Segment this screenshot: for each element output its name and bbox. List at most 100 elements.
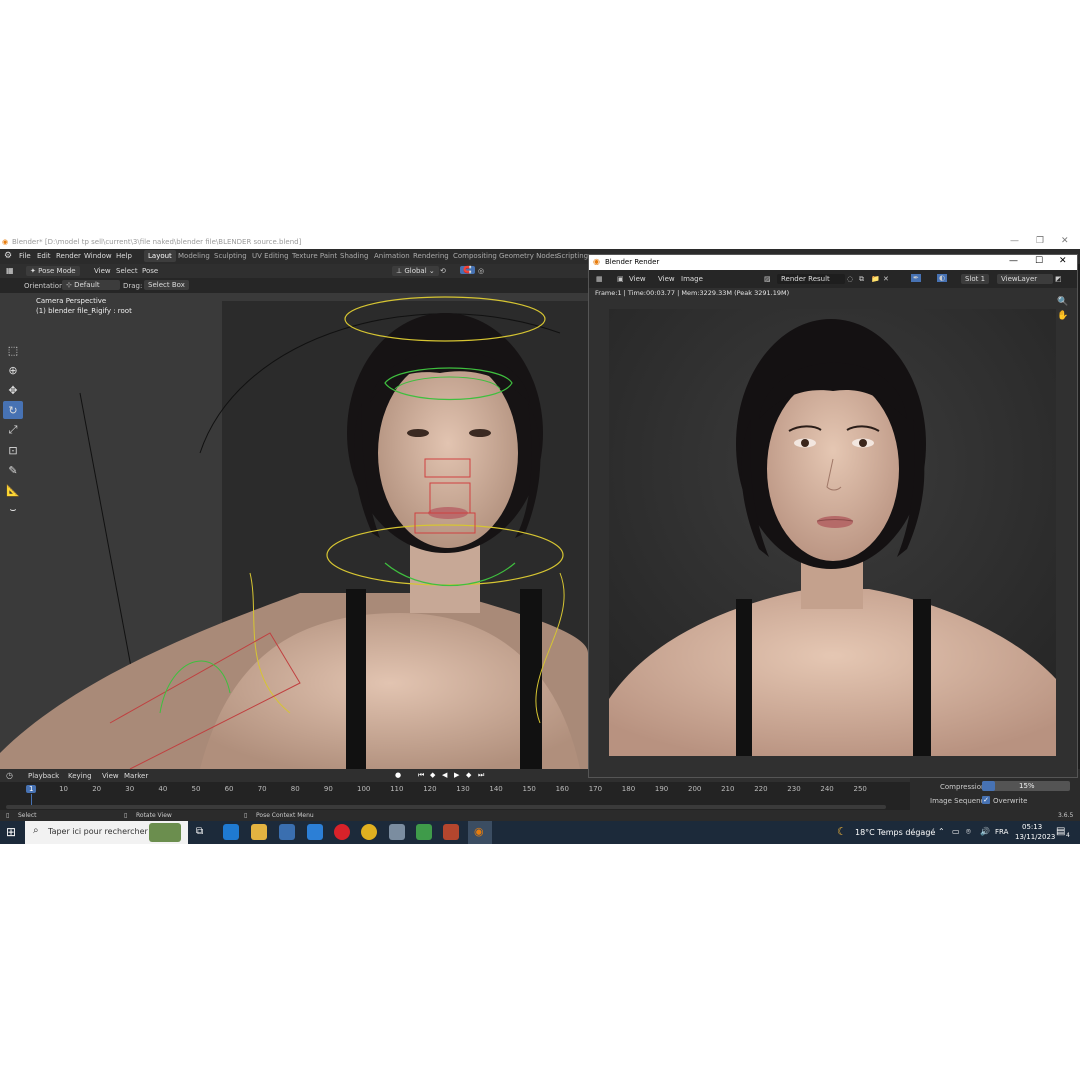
close-button[interactable]: ✕	[1061, 236, 1069, 246]
sidebar-toggle-icon[interactable]: ◩	[1055, 275, 1062, 283]
editor-type-icon[interactable]: ▦	[6, 266, 14, 275]
relax-pose-icon[interactable]: ⌣	[3, 501, 23, 519]
opera-icon[interactable]	[334, 824, 350, 840]
app-icon[interactable]	[389, 824, 405, 840]
render-menu-view-mode[interactable]: View	[629, 275, 646, 283]
menu-select[interactable]: Select	[116, 267, 138, 275]
language-indicator[interactable]: FRA	[995, 828, 1008, 836]
unlink-image-icon[interactable]: ✕	[883, 275, 889, 283]
clock-icon[interactable]: ◷	[6, 771, 13, 780]
network-icon[interactable]: ⌾	[966, 827, 971, 837]
weather-icon[interactable]: ☾	[837, 825, 847, 838]
move-icon[interactable]: ✥	[3, 381, 23, 399]
rotate-icon[interactable]: ↻	[3, 401, 23, 419]
menu-render[interactable]: Render	[56, 252, 81, 260]
tab-shading[interactable]: Shading	[340, 252, 368, 260]
menu-file[interactable]: File	[19, 252, 31, 260]
tab-sculpting[interactable]: Sculpting	[214, 252, 247, 260]
play-reverse-icon[interactable]: ◀	[442, 771, 447, 779]
menu-view[interactable]: View	[94, 267, 111, 275]
taskbar-search[interactable]: ⌕ Taper ici pour rechercher	[25, 821, 188, 844]
cursor-icon[interactable]: ⊕	[3, 361, 23, 379]
render-close-button[interactable]: ✕	[1059, 256, 1067, 266]
render-menu-image[interactable]: Image	[681, 275, 703, 283]
menu-playback[interactable]: Playback	[28, 772, 59, 780]
image-name-field[interactable]: Render Result	[777, 274, 845, 284]
store-icon[interactable]	[279, 824, 295, 840]
clock-time[interactable]: 05:13	[1022, 823, 1042, 831]
task-view-icon[interactable]: ⧉	[196, 826, 203, 837]
display-channels-icon[interactable]: ◐	[937, 274, 948, 282]
menu-window[interactable]: Window	[84, 252, 112, 260]
3d-viewport[interactable]: Camera Perspective (1) blender file_Rigi…	[0, 293, 588, 769]
snap-icon[interactable]: 🧲	[460, 266, 475, 274]
orientation-dropdown[interactable]: ⊹ Default	[62, 280, 120, 290]
image-browse-icon[interactable]: ▨	[764, 275, 771, 283]
sample-tool-icon[interactable]: ✒	[911, 274, 921, 282]
tab-compositing[interactable]: Compositing	[453, 252, 497, 260]
windows-start-icon[interactable]: ⊞	[6, 825, 16, 839]
maximize-button[interactable]: ❐	[1036, 236, 1044, 246]
current-frame-indicator[interactable]: 1	[26, 785, 37, 793]
timeline[interactable]: 1 10 20 30 40 50 60 70 80 90 100 110 120 130 140 150 16…	[0, 782, 910, 810]
battery-icon[interactable]: ▭	[952, 827, 960, 836]
mode-selector[interactable]: ✦ Pose Mode	[26, 266, 80, 276]
volume-icon[interactable]: 🔊	[980, 827, 990, 836]
menu-marker[interactable]: Marker	[124, 772, 148, 780]
zoom-icon[interactable]: 🔍	[1057, 297, 1068, 307]
scale-icon[interactable]: ⤢	[3, 421, 23, 439]
menu-help[interactable]: Help	[116, 252, 132, 260]
render-minimize-button[interactable]: —	[1009, 256, 1018, 266]
clock-date[interactable]: 13/11/2023	[1015, 833, 1055, 841]
render-maximize-button[interactable]: ☐	[1035, 256, 1043, 266]
play-icon[interactable]: ▶	[454, 771, 459, 779]
proportional-edit-icon[interactable]: ◎	[478, 267, 484, 275]
view-mode-icon[interactable]: ▣	[617, 275, 624, 283]
blender-taskbar-icon[interactable]: ◉	[468, 821, 492, 844]
transform-orientation-dropdown[interactable]: ⊥ Global ⌄	[392, 266, 439, 276]
app-icon-2[interactable]	[416, 824, 432, 840]
blender-menu-icon[interactable]: ⚙	[4, 251, 12, 261]
timeline-scrollbar[interactable]	[6, 805, 886, 809]
file-explorer-icon[interactable]	[251, 824, 267, 840]
hand-pan-icon[interactable]: ✋	[1057, 311, 1068, 321]
measure-icon[interactable]: 📐	[3, 481, 23, 499]
mail-icon[interactable]	[307, 824, 323, 840]
select-box-icon[interactable]: ⬚	[3, 341, 23, 359]
annotate-icon[interactable]: ✎	[3, 461, 23, 479]
minimize-button[interactable]: —	[1010, 236, 1019, 246]
menu-keying[interactable]: Keying	[68, 772, 92, 780]
jump-end-icon[interactable]: ⏭	[478, 771, 484, 780]
pivot-icon[interactable]: ⟲	[440, 267, 446, 275]
compression-slider[interactable]: 15%	[982, 781, 1070, 791]
tab-scripting[interactable]: Scripting	[557, 252, 588, 260]
jump-start-icon[interactable]: ⏮	[418, 771, 424, 780]
overwrite-checkbox[interactable]: ✓	[982, 796, 990, 804]
tab-texture-paint[interactable]: Texture Paint	[292, 252, 337, 260]
chrome-icon[interactable]	[361, 824, 377, 840]
tab-uv-editing[interactable]: UV Editing	[252, 252, 289, 260]
menu-timeline-view[interactable]: View	[102, 772, 119, 780]
new-image-icon[interactable]: ⧉	[859, 275, 864, 284]
next-keyframe-icon[interactable]: ◆	[466, 771, 471, 779]
slot-dropdown[interactable]: Slot 1	[961, 274, 990, 284]
notification-icon[interactable]: ▤	[1056, 826, 1065, 837]
record-icon[interactable]: ●	[395, 771, 401, 779]
tab-geometry-nodes[interactable]: Geometry Nodes	[499, 252, 558, 260]
tab-modeling[interactable]: Modeling	[178, 252, 210, 260]
render-menu-view[interactable]: View	[658, 275, 675, 283]
editor-type-icon[interactable]: ▦	[596, 275, 603, 283]
tab-animation[interactable]: Animation	[374, 252, 410, 260]
prev-keyframe-icon[interactable]: ◆	[430, 771, 435, 779]
edge-icon[interactable]	[223, 824, 239, 840]
view-layer-dropdown[interactable]: ViewLayer	[997, 274, 1053, 284]
show-hidden-icons-icon[interactable]: ⌃	[938, 827, 945, 836]
tab-rendering[interactable]: Rendering	[413, 252, 449, 260]
fake-user-icon[interactable]: ◌	[847, 275, 853, 283]
tab-layout[interactable]: Layout	[144, 250, 176, 262]
menu-edit[interactable]: Edit	[37, 252, 51, 260]
open-image-icon[interactable]: 📁	[871, 275, 880, 283]
menu-pose[interactable]: Pose	[142, 267, 158, 275]
app-icon-3[interactable]	[443, 824, 459, 840]
weather-text[interactable]: 18°C Temps dégagé	[855, 828, 935, 837]
